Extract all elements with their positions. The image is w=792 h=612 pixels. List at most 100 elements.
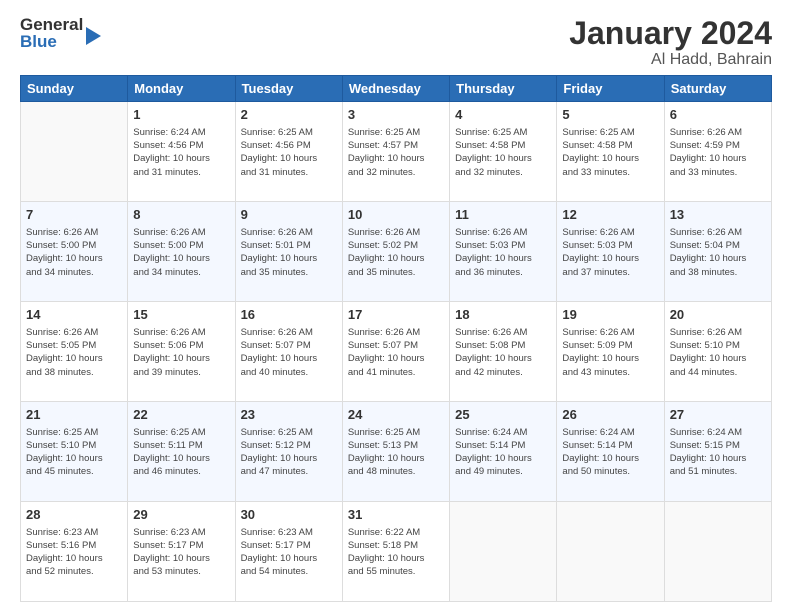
day-info: Sunrise: 6:26 AMSunset: 5:03 PMDaylight:…: [455, 226, 551, 279]
table-row: 2 Sunrise: 6:25 AMSunset: 4:56 PMDaylight…: [235, 102, 342, 202]
table-row: 21Sunrise: 6:25 AMSunset: 5:10 PMDayligh…: [21, 402, 128, 502]
day-info: Sunrise: 6:25 AMSunset: 4:56 PMDaylight:…: [241, 126, 337, 179]
table-row: [557, 502, 664, 602]
table-row: 23 Sunrise: 6:25 AMSunset: 5:12 PMDayligh…: [235, 402, 342, 502]
table-row: 19Sunrise: 6:26 AMSunset: 5:09 PMDayligh…: [557, 302, 664, 402]
day-number: 9: [241, 206, 337, 224]
header-saturday: Saturday: [664, 76, 771, 102]
days-header-row: Sunday Monday Tuesday Wednesday Thursday…: [21, 76, 772, 102]
day-number: 16: [241, 306, 337, 324]
header: General Blue January 2024 Al Hadd, Bahra…: [20, 16, 772, 69]
day-info: Sunrise: 6:24 AMSunset: 5:14 PMDaylight:…: [562, 426, 658, 479]
day-number: 20: [670, 306, 766, 324]
day-number: 31: [348, 506, 444, 524]
day-number: 27: [670, 406, 766, 424]
day-number: 29: [133, 506, 229, 524]
table-row: 17 Sunrise: 6:26 AMSunset: 5:07 PMDayligh…: [342, 302, 449, 402]
day-number: 2: [241, 106, 337, 124]
table-row: 11 Sunrise: 6:26 AMSunset: 5:03 PMDayligh…: [450, 202, 557, 302]
day-info: Sunrise: 6:25 AMSunset: 4:57 PMDaylight:…: [348, 126, 444, 179]
table-row: 20 Sunrise: 6:26 AMSunset: 5:10 PMDayligh…: [664, 302, 771, 402]
day-number: 30: [241, 506, 337, 524]
day-info: Sunrise: 6:25 AMSunset: 5:11 PMDaylight:…: [133, 426, 229, 479]
table-row: 16 Sunrise: 6:26 AMSunset: 5:07 PMDayligh…: [235, 302, 342, 402]
day-number: 22: [133, 406, 229, 424]
header-monday: Monday: [128, 76, 235, 102]
day-info: Sunrise: 6:26 AMSunset: 4:59 PMDaylight:…: [670, 126, 766, 179]
day-info: Sunrise: 6:26 AMSunset: 5:06 PMDaylight:…: [133, 326, 229, 379]
day-number: 17: [348, 306, 444, 324]
day-number: 26: [562, 406, 658, 424]
calendar-title: January 2024: [569, 16, 772, 51]
day-info: Sunrise: 6:26 AMSunset: 5:09 PMDaylight:…: [562, 326, 658, 379]
day-info: Sunrise: 6:26 AMSunset: 5:08 PMDaylight:…: [455, 326, 551, 379]
day-number: 1: [133, 106, 229, 124]
logo: General Blue: [20, 16, 101, 50]
day-info: Sunrise: 6:25 AMSunset: 5:12 PMDaylight:…: [241, 426, 337, 479]
table-row: 14 Sunrise: 6:26 AMSunset: 5:05 PMDayligh…: [21, 302, 128, 402]
table-row: 7 Sunrise: 6:26 AMSunset: 5:00 PMDaylight…: [21, 202, 128, 302]
table-row: 9Sunrise: 6:26 AMSunset: 5:01 PMDaylight…: [235, 202, 342, 302]
day-info: Sunrise: 6:24 AMSunset: 5:14 PMDaylight:…: [455, 426, 551, 479]
logo-arrow-icon: [86, 27, 101, 45]
table-row: 24 Sunrise: 6:25 AMSunset: 5:13 PMDayligh…: [342, 402, 449, 502]
header-thursday: Thursday: [450, 76, 557, 102]
table-row: 8 Sunrise: 6:26 AMSunset: 5:00 PMDaylight…: [128, 202, 235, 302]
table-row: 29 Sunrise: 6:23 AMSunset: 5:17 PMDayligh…: [128, 502, 235, 602]
day-info: Sunrise: 6:23 AMSunset: 5:16 PMDaylight:…: [26, 526, 122, 579]
day-info: Sunrise: 6:26 AMSunset: 5:07 PMDaylight:…: [348, 326, 444, 379]
day-info: Sunrise: 6:26 AMSunset: 5:05 PMDaylight:…: [26, 326, 122, 379]
day-number: 13: [670, 206, 766, 224]
day-number: 18: [455, 306, 551, 324]
day-number: 14: [26, 306, 122, 324]
day-info: Sunrise: 6:26 AMSunset: 5:07 PMDaylight:…: [241, 326, 337, 379]
day-number: 23: [241, 406, 337, 424]
day-number: 15: [133, 306, 229, 324]
table-row: 28 Sunrise: 6:23 AMSunset: 5:16 PMDayligh…: [21, 502, 128, 602]
table-row: 31 Sunrise: 6:22 AMSunset: 5:18 PMDayligh…: [342, 502, 449, 602]
day-number: 3: [348, 106, 444, 124]
day-info: Sunrise: 6:26 AMSunset: 5:00 PMDaylight:…: [133, 226, 229, 279]
table-row: 4 Sunrise: 6:25 AMSunset: 4:58 PMDaylight…: [450, 102, 557, 202]
day-number: 12: [562, 206, 658, 224]
day-number: 28: [26, 506, 122, 524]
day-number: 24: [348, 406, 444, 424]
header-wednesday: Wednesday: [342, 76, 449, 102]
logo-text: General Blue: [20, 16, 83, 50]
day-info: Sunrise: 6:25 AMSunset: 4:58 PMDaylight:…: [455, 126, 551, 179]
day-number: 7: [26, 206, 122, 224]
day-number: 10: [348, 206, 444, 224]
day-info: Sunrise: 6:22 AMSunset: 5:18 PMDaylight:…: [348, 526, 444, 579]
logo-general: General: [20, 16, 83, 33]
table-row: 6 Sunrise: 6:26 AMSunset: 4:59 PMDaylight…: [664, 102, 771, 202]
title-block: January 2024 Al Hadd, Bahrain: [569, 16, 772, 69]
day-info: Sunrise: 6:26 AMSunset: 5:03 PMDaylight:…: [562, 226, 658, 279]
day-info: Sunrise: 6:26 AMSunset: 5:00 PMDaylight:…: [26, 226, 122, 279]
table-row: 12 Sunrise: 6:26 AMSunset: 5:03 PMDayligh…: [557, 202, 664, 302]
table-row: 18 Sunrise: 6:26 AMSunset: 5:08 PMDayligh…: [450, 302, 557, 402]
page: General Blue January 2024 Al Hadd, Bahra…: [0, 0, 792, 612]
day-info: Sunrise: 6:23 AMSunset: 5:17 PMDaylight:…: [241, 526, 337, 579]
day-info: Sunrise: 6:24 AMSunset: 4:56 PMDaylight:…: [133, 126, 229, 179]
table-row: 3 Sunrise: 6:25 AMSunset: 4:57 PMDaylight…: [342, 102, 449, 202]
day-number: 6: [670, 106, 766, 124]
table-row: 1 Sunrise: 6:24 AMSunset: 4:56 PMDaylight…: [128, 102, 235, 202]
header-sunday: Sunday: [21, 76, 128, 102]
calendar-subtitle: Al Hadd, Bahrain: [569, 51, 772, 69]
day-info: Sunrise: 6:24 AMSunset: 5:15 PMDaylight:…: [670, 426, 766, 479]
table-row: [21, 102, 128, 202]
day-number: 11: [455, 206, 551, 224]
table-row: 15 Sunrise: 6:26 AMSunset: 5:06 PMDayligh…: [128, 302, 235, 402]
day-number: 25: [455, 406, 551, 424]
day-info: Sunrise: 6:25 AMSunset: 4:58 PMDaylight:…: [562, 126, 658, 179]
day-number: 8: [133, 206, 229, 224]
day-number: 4: [455, 106, 551, 124]
table-row: 26 Sunrise: 6:24 AMSunset: 5:14 PMDayligh…: [557, 402, 664, 502]
day-info: Sunrise: 6:25 AMSunset: 5:10 PMDaylight:…: [26, 426, 122, 479]
day-info: Sunrise: 6:23 AMSunset: 5:17 PMDaylight:…: [133, 526, 229, 579]
table-row: 27 Sunrise: 6:24 AMSunset: 5:15 PMDayligh…: [664, 402, 771, 502]
table-row: [450, 502, 557, 602]
day-info: Sunrise: 6:26 AMSunset: 5:10 PMDaylight:…: [670, 326, 766, 379]
day-info: Sunrise: 6:25 AMSunset: 5:13 PMDaylight:…: [348, 426, 444, 479]
table-row: 25 Sunrise: 6:24 AMSunset: 5:14 PMDayligh…: [450, 402, 557, 502]
